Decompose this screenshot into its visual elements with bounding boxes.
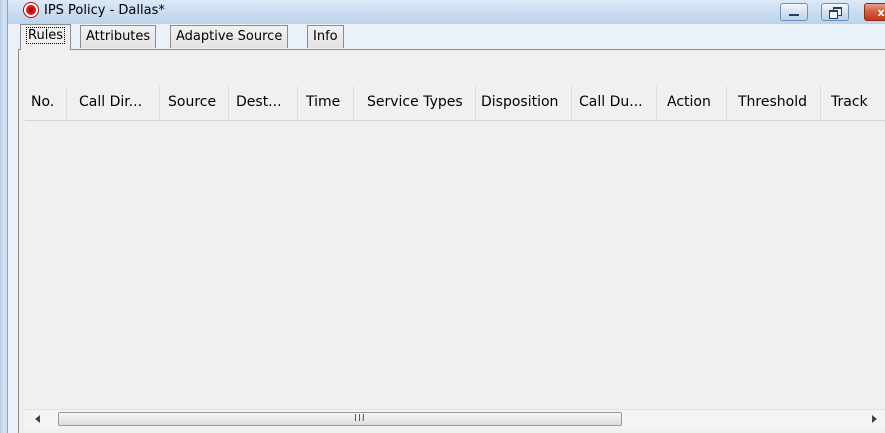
tab-info-label: Info xyxy=(313,29,338,44)
app-logo-icon xyxy=(24,3,38,17)
minimize-button[interactable] xyxy=(780,3,808,21)
column-header-threshold[interactable]: Threshold xyxy=(738,94,807,110)
column-header-service-types[interactable]: Service Types xyxy=(367,94,463,110)
column-header-track[interactable]: Track xyxy=(831,94,868,110)
column-divider[interactable] xyxy=(159,86,160,120)
rules-table-header: No. Call Dir... Source Dest... Time Serv… xyxy=(25,86,885,121)
tab-attributes-label: Attributes xyxy=(86,29,151,44)
column-divider[interactable] xyxy=(820,86,821,120)
column-divider[interactable] xyxy=(656,86,657,120)
tab-attributes[interactable]: Attributes xyxy=(80,25,157,48)
column-divider[interactable] xyxy=(228,86,229,120)
column-header-disposition[interactable]: Disposition xyxy=(481,94,558,110)
scrollbar-grip: III xyxy=(354,413,366,424)
tab-rules[interactable]: Rules xyxy=(20,24,72,50)
scrollbar-thumb[interactable]: III xyxy=(58,412,622,426)
column-header-action[interactable]: Action xyxy=(667,94,711,110)
column-header-destination[interactable]: Dest... xyxy=(236,94,282,110)
column-header-source[interactable]: Source xyxy=(168,94,216,110)
column-header-time[interactable]: Time xyxy=(306,94,340,110)
column-divider[interactable] xyxy=(475,86,476,120)
ips-policy-window: IPS Policy - Dallas* x Rules Attributes … xyxy=(0,0,885,433)
column-divider[interactable] xyxy=(353,86,354,120)
horizontal-scrollbar[interactable]: III xyxy=(25,409,885,428)
title-bar[interactable]: IPS Policy - Dallas* x xyxy=(8,0,885,24)
tab-info[interactable]: Info xyxy=(307,25,344,48)
close-icon: x xyxy=(877,5,885,19)
window-title: IPS Policy - Dallas* xyxy=(44,3,165,18)
scroll-right-icon[interactable] xyxy=(872,415,877,423)
restore-button[interactable] xyxy=(821,3,849,21)
close-button[interactable]: x xyxy=(864,3,885,21)
minimize-icon xyxy=(789,13,799,16)
column-divider[interactable] xyxy=(726,86,727,120)
column-divider[interactable] xyxy=(66,86,67,120)
scroll-left-icon[interactable] xyxy=(35,415,40,423)
restore-icon xyxy=(829,7,842,19)
tab-rules-label: Rules xyxy=(26,27,66,44)
column-header-call-duration[interactable]: Call Du... xyxy=(579,94,643,110)
column-header-call-direction[interactable]: Call Dir... xyxy=(79,94,142,110)
column-divider[interactable] xyxy=(571,86,572,120)
column-header-no[interactable]: No. xyxy=(31,94,54,110)
window-frame-left xyxy=(0,0,8,433)
tab-adaptive-source-label: Adaptive Source xyxy=(176,29,283,44)
column-divider[interactable] xyxy=(297,86,298,120)
tab-adaptive-source[interactable]: Adaptive Source xyxy=(170,25,289,48)
